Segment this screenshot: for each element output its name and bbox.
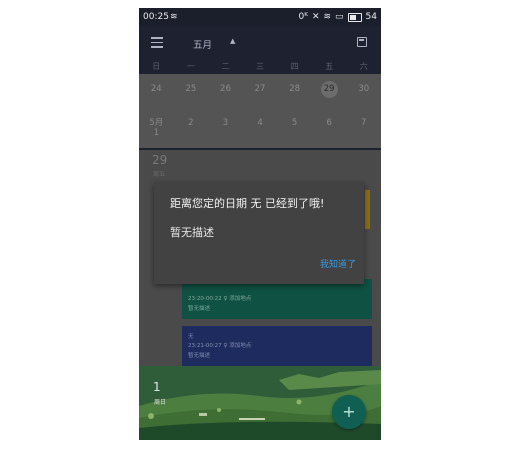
- dialog-message: 暂无描述: [170, 226, 214, 239]
- event-time-location: 23:21-00:27 ♀ 添加地点: [188, 343, 252, 349]
- menu-icon[interactable]: [151, 37, 163, 48]
- event-card-orange[interactable]: [365, 190, 370, 229]
- calendar-day[interactable]: 4: [243, 118, 278, 138]
- calendar-day[interactable]: 3: [208, 118, 243, 138]
- dialog-title: 距离您定的日期 无 已经到了哦!: [170, 197, 325, 210]
- day-weekday: 周五: [153, 171, 166, 178]
- event-card[interactable]: 23:20-00:22 ♀ 添加地点 暂无描述: [182, 279, 372, 319]
- status-bar: 00:25 ≋ 0ᴷ ✕ ≋ ▭ 54: [139, 8, 381, 26]
- day-number: 29: [152, 153, 168, 167]
- month-selector[interactable]: 五月: [193, 37, 212, 51]
- event-desc: 暂无描述: [188, 306, 211, 312]
- weekday-label: 五: [325, 62, 334, 71]
- calendar-week-row: 24 25 26 27 28 29 30: [139, 81, 381, 98]
- calendar-week-row: 5月 1 2 3 4 5 6 7: [139, 118, 381, 138]
- reminder-dialog: 距离您定的日期 无 已经到了哦! 暂无描述 我知道了: [154, 182, 364, 284]
- calendar-day[interactable]: 26: [208, 84, 243, 98]
- calendar-day[interactable]: 2: [174, 118, 209, 138]
- calendar-day[interactable]: 5: [277, 118, 312, 138]
- calendar-day-selected[interactable]: 29: [312, 81, 347, 98]
- sim-icon: ▭: [335, 12, 344, 22]
- calendar-day[interactable]: 25: [174, 84, 209, 98]
- event-card[interactable]: 无 23:21-00:27 ♀ 添加地点 暂无描述: [182, 326, 372, 366]
- battery-level: 54: [365, 12, 377, 22]
- app-bar: 五月 ▲: [139, 26, 381, 60]
- calendar-day[interactable]: 6: [312, 118, 347, 138]
- weekday-label: 三: [256, 62, 265, 71]
- dialog-ok-button[interactable]: 我知道了: [320, 257, 356, 270]
- banner-day-number: 1: [153, 380, 161, 394]
- weekday-label: 二: [221, 62, 230, 71]
- wifi-signal-icon: ≋: [323, 12, 332, 22]
- calendar-day-month-start[interactable]: 5月 1: [139, 118, 174, 138]
- battery-icon: [347, 12, 362, 22]
- data-percent: 0ᴷ: [298, 12, 308, 22]
- calendar-day[interactable]: 7: [346, 118, 381, 138]
- weekday-label: 一: [186, 62, 195, 71]
- calendar-day[interactable]: 27: [243, 84, 278, 98]
- weekday-label: 日: [152, 62, 161, 71]
- calendar-icon[interactable]: [357, 37, 367, 47]
- weekday-header: 日 一 二 三 四 五 六: [139, 60, 381, 74]
- calendar-grid: 24 25 26 27 28 29 30 5月 1 2 3 4 5 6 7: [139, 74, 381, 148]
- calendar-day[interactable]: 30: [346, 84, 381, 98]
- status-time: 00:25: [143, 12, 169, 22]
- wifi-icon: ≋: [170, 12, 178, 22]
- calendar-day[interactable]: 28: [277, 84, 312, 98]
- calendar-day[interactable]: 24: [139, 84, 174, 98]
- add-event-button[interactable]: +: [332, 395, 366, 429]
- weekday-label: 六: [359, 62, 368, 71]
- weekday-label: 四: [290, 62, 299, 71]
- event-time-location: 23:20-00:22 ♀ 添加地点: [188, 296, 252, 302]
- status-right: 0ᴷ ✕ ≋ ▭ 54: [298, 8, 377, 26]
- banner-weekday: 周日: [154, 399, 167, 406]
- caret-up-icon[interactable]: ▲: [230, 37, 235, 45]
- mute-icon: ✕: [311, 12, 320, 22]
- event-desc: 暂无描述: [188, 353, 211, 359]
- event-title: 无: [188, 334, 194, 340]
- landscape-banner: 1 周日 +: [139, 366, 381, 440]
